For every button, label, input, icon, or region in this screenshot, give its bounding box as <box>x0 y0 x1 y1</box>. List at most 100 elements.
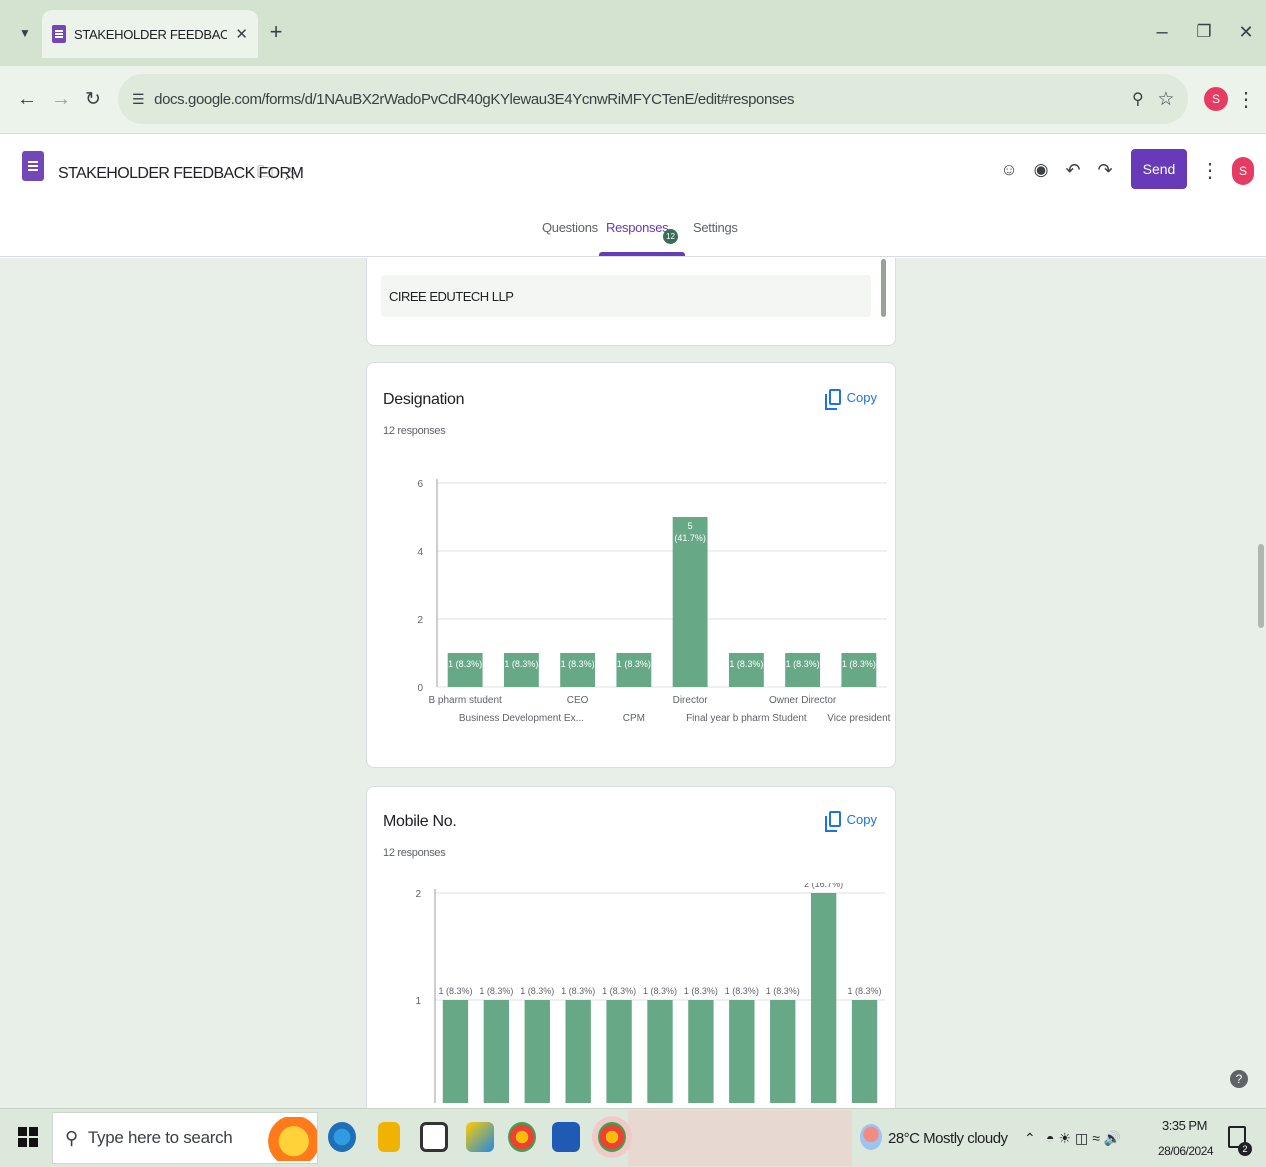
reload-icon[interactable]: ↻ <box>82 88 104 110</box>
more-options-icon[interactable]: ⋮ <box>1200 157 1220 183</box>
chart-bar <box>851 1000 878 1103</box>
undo-icon[interactable]: ↶ <box>1062 159 1084 181</box>
page-scrollbar[interactable] <box>1258 544 1264 628</box>
search-icon: ⚲ <box>65 1127 78 1148</box>
copy-icon <box>824 811 841 832</box>
show-hidden-icons-icon[interactable]: ⌃ <box>1024 1130 1036 1147</box>
system-tray-icons[interactable]: ◓☀◫≈🔊 <box>1046 1130 1125 1147</box>
close-tab-icon[interactable]: ✕ <box>235 25 248 43</box>
card-scrollbar[interactable] <box>881 259 886 317</box>
chart-bar <box>442 1000 469 1103</box>
minimize-icon[interactable]: – <box>1150 20 1174 44</box>
responses-count: 12 responses <box>383 425 446 437</box>
response-answer: CIREE EDUTECH LLP <box>381 275 871 317</box>
close-window-icon[interactable]: ✕ <box>1234 20 1258 44</box>
bookmark-star-icon[interactable]: ☆ <box>1157 88 1174 111</box>
tab-questions[interactable]: Questions <box>542 220 598 235</box>
x-tick-label: Vice president <box>827 713 890 724</box>
data-label: 1 (8.3%) <box>766 986 800 996</box>
data-label: 1 (8.3%) <box>561 659 595 669</box>
back-icon[interactable]: ← <box>16 88 38 110</box>
search-highlight-icon <box>259 1117 317 1161</box>
tab-list-icon[interactable]: ▼ <box>14 22 36 44</box>
copy-icon <box>824 389 841 410</box>
tab-settings[interactable]: Settings <box>693 220 738 235</box>
profile-avatar[interactable]: S <box>1204 87 1228 111</box>
browser-tab-title: STAKEHOLDER FEEDBACK FORM <box>74 26 228 42</box>
y-tick-label: 4 <box>417 547 423 558</box>
chart-bar <box>483 1000 510 1103</box>
copy-label: Copy <box>846 389 877 405</box>
question-title: Designation <box>383 391 465 408</box>
designation-bar-chart: 0 2 4 6 1 (8.3%) B pharm student 1 (8.3%) Busin… <box>417 479 891 724</box>
data-label: 1 (8.3%) <box>602 986 636 996</box>
y-tick-label: 6 <box>417 479 423 490</box>
data-label: 1 (8.3%) <box>786 659 820 669</box>
help-icon[interactable]: ? <box>1230 1070 1248 1088</box>
mobile-card: Mobile No. 12 responses Copy 121 (8.3%) 1… <box>366 786 896 1108</box>
data-label: 1 (8.3%) <box>684 986 718 996</box>
maximize-icon[interactable]: ❐ <box>1192 20 1216 44</box>
file-explorer-icon[interactable] <box>378 1122 400 1152</box>
edge-browser-icon[interactable] <box>328 1122 356 1152</box>
chart-bar <box>606 1000 632 1103</box>
taskbar-search-input[interactable]: ⚲ Type here to search <box>52 1112 318 1164</box>
data-label: 1 (8.3%) <box>520 986 554 996</box>
forms-favicon-icon <box>52 25 66 43</box>
previous-question-card: CIREE EDUTECH LLP <box>366 258 896 346</box>
send-button[interactable]: Send <box>1131 149 1187 189</box>
copy-chart-button[interactable]: Copy <box>824 389 877 410</box>
clock-date[interactable]: 28/06/2024 <box>1158 1144 1214 1158</box>
address-bar[interactable]: ☰ docs.google.com/forms/d/1NAuBX2rWadoPv… <box>118 74 1188 124</box>
chart-bar <box>565 1000 591 1103</box>
windows-start-icon[interactable] <box>18 1127 38 1147</box>
forms-logo-icon[interactable] <box>22 151 44 181</box>
chart-bar <box>729 1000 755 1103</box>
move-to-folder-icon[interactable]: 🗀 <box>256 164 274 183</box>
data-label: 1 (8.3%) <box>842 659 876 669</box>
x-tick-label: CPM <box>623 713 645 724</box>
forms-header: STAKEHOLDER FEEDBACK FORM 🗀 ☆ ☺ ◉ ↶ ↷ ⋮ … <box>0 135 1266 257</box>
data-label: 1 (8.3%) <box>561 986 595 996</box>
site-settings-icon[interactable]: ☰ <box>132 91 145 108</box>
zoom-icon[interactable]: ⚲ <box>1132 89 1144 109</box>
responses-content: CIREE EDUTECH LLP Designation 12 respons… <box>0 258 1266 1108</box>
notification-count-badge: 2 <box>1238 1142 1252 1156</box>
copy-label: Copy <box>846 811 877 827</box>
data-label: (41.7%) <box>674 533 706 543</box>
y-tick-label: 2 <box>415 889 421 900</box>
taskbar-active-region <box>628 1110 852 1166</box>
star-icon[interactable]: ☆ <box>280 164 300 184</box>
x-tick-label: B pharm student <box>428 695 502 706</box>
chart-bar <box>647 1000 673 1103</box>
preview-eye-icon[interactable]: ◉ <box>1030 159 1052 181</box>
data-label: 2 (16.7%) <box>804 883 843 889</box>
question-title: Mobile No. <box>383 813 457 830</box>
copy-chart-button[interactable]: Copy <box>824 811 877 832</box>
chart-bar <box>688 1000 714 1103</box>
data-label: 1 (8.3%) <box>725 986 759 996</box>
customize-theme-palette-icon[interactable]: ☺ <box>998 159 1020 181</box>
menu-kebab-icon[interactable]: ⋮ <box>1236 86 1256 112</box>
mobile-bar-chart: 1 2 1 (8.3%) 1 (8.3%) 1 (8.3%) 1 (8.3%) 1 (8.3… <box>415 883 885 1103</box>
x-tick-label: Business Development Ex... <box>459 713 584 724</box>
store-app-icon[interactable] <box>466 1122 494 1152</box>
word-icon[interactable] <box>552 1122 580 1152</box>
x-tick-label: CEO <box>567 695 589 706</box>
chrome-profile-icon[interactable] <box>598 1122 626 1152</box>
account-avatar[interactable]: S <box>1232 157 1256 185</box>
clock-time[interactable]: 3:35 PM <box>1162 1118 1207 1133</box>
chart-bar <box>524 1000 550 1103</box>
new-tab-button[interactable]: + <box>264 19 288 44</box>
url-text[interactable]: docs.google.com/forms/d/1NAuBX2rWadoPvCd… <box>154 91 1132 108</box>
data-label: 5 <box>688 521 693 531</box>
chrome-icon[interactable] <box>508 1122 536 1152</box>
browser-tab[interactable]: STAKEHOLDER FEEDBACK FORM ✕ <box>42 10 258 58</box>
data-label: 1 (8.3%) <box>479 986 513 996</box>
mail-icon[interactable] <box>420 1122 448 1152</box>
weather-text[interactable]: 28°C Mostly cloudy <box>888 1130 1008 1147</box>
forward-icon[interactable]: → <box>50 88 72 110</box>
browser-tab-strip: ▼ STAKEHOLDER FEEDBACK FORM ✕ + – ❐ ✕ <box>0 0 1266 66</box>
redo-icon[interactable]: ↷ <box>1094 159 1116 181</box>
tab-responses[interactable]: Responses <box>606 220 669 235</box>
